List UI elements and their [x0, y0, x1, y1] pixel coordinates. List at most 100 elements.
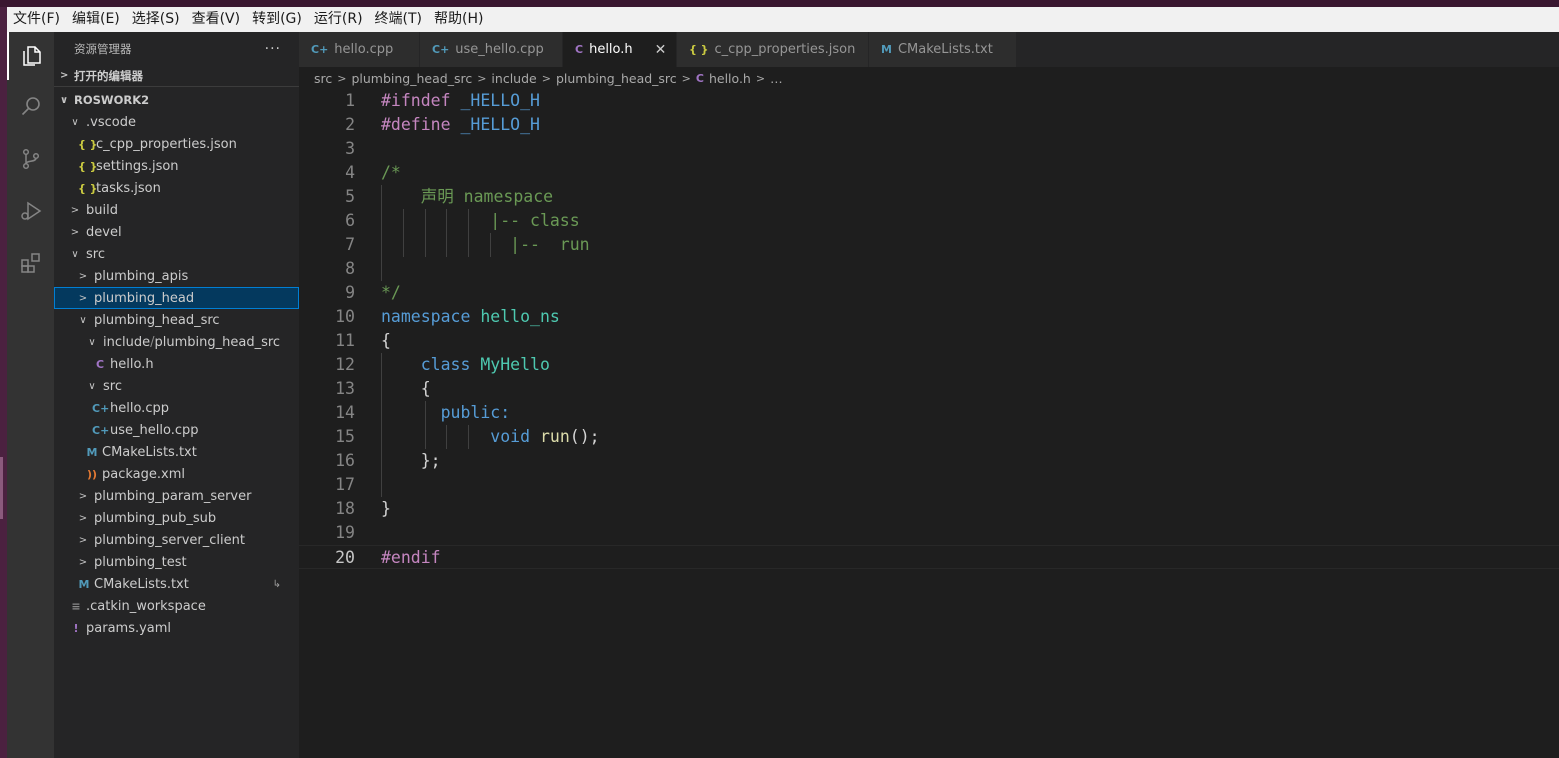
tree-item-label: .vscode: [86, 114, 136, 130]
breadcrumb-item[interactable]: plumbing_head_src: [556, 71, 677, 86]
tree-file[interactable]: { } settings.json: [54, 155, 299, 177]
line-number: 7: [345, 235, 355, 254]
dock-indicator: [0, 457, 3, 519]
explorer-icon[interactable]: [7, 32, 54, 80]
file-type-icon: C+: [432, 43, 450, 56]
code-token: |-- run: [381, 235, 590, 254]
editor-tab[interactable]: M CMakeLists.txt: [869, 32, 1017, 67]
code-editor[interactable]: 1 #ifndef _HELLO_H 2 #define _HELLO_H 3 4 /* 5 …: [299, 89, 1559, 569]
tree-folder[interactable]: > plumbing_apis: [54, 265, 299, 287]
indent-guide: [381, 257, 382, 281]
tree-folder[interactable]: ∨ .vscode: [54, 111, 299, 133]
tree-folder[interactable]: > plumbing_test: [54, 551, 299, 573]
tree-folder[interactable]: ∨ src: [54, 375, 299, 397]
tree-item-label: plumbing_test: [94, 554, 187, 570]
menu-item[interactable]: 转到(G): [246, 7, 308, 32]
file-type-icon: C+: [92, 401, 110, 415]
tree-folder[interactable]: > plumbing_param_server: [54, 485, 299, 507]
more-actions-icon[interactable]: ···: [265, 41, 281, 57]
code-token: class: [420, 355, 471, 374]
chevron-right-icon: >: [60, 70, 69, 81]
menu-item[interactable]: 帮助(H): [428, 7, 489, 32]
tab-label: c_cpp_properties.json: [714, 42, 856, 57]
desktop-left-dock: [0, 7, 7, 758]
open-editors-section[interactable]: > 打开的编辑器: [54, 65, 299, 87]
code-line: 20 #endif: [299, 545, 1559, 569]
tree-file[interactable]: )) package.xml: [54, 463, 299, 485]
line-number: 6: [345, 211, 355, 230]
editor-tab[interactable]: Chello.h ✕: [563, 32, 677, 67]
tree-file[interactable]: C+ use_hello.cpp: [54, 419, 299, 441]
chevron-down-icon: ∨: [71, 248, 79, 260]
menu-item[interactable]: 文件(F): [7, 7, 66, 32]
tree-folder[interactable]: > build: [54, 199, 299, 221]
menu-item[interactable]: 查看(V): [186, 7, 247, 32]
run-debug-icon[interactable]: [7, 187, 54, 235]
menu-item[interactable]: 选择(S): [126, 7, 186, 32]
code-token: */: [381, 283, 401, 302]
tree-folder[interactable]: ∨ include / plumbing_head_src: [54, 331, 299, 353]
tab-label: CMakeLists.txt: [897, 42, 993, 57]
search-icon[interactable]: [7, 82, 54, 130]
tree-item-label: tasks.json: [96, 180, 161, 196]
code-token: void: [490, 427, 531, 446]
tab-label: hello.h: [589, 42, 633, 57]
tree-item-label: CMakeLists.txt: [94, 576, 189, 592]
editor-tab[interactable]: { } c_cpp_properties.json: [677, 32, 869, 67]
code-token: public:: [440, 403, 511, 422]
tree-file[interactable]: C+ hello.cpp: [54, 397, 299, 419]
status-arrow-icon: ↳: [272, 578, 281, 590]
tree-file[interactable]: { } tasks.json: [54, 177, 299, 199]
tree-file[interactable]: ! params.yaml: [54, 617, 299, 639]
tree-item-label: src: [103, 378, 122, 394]
code-token: run: [539, 427, 570, 446]
close-icon[interactable]: ✕: [655, 42, 667, 58]
tree-item-label: hello.h: [110, 356, 154, 372]
line-number: 2: [345, 115, 355, 134]
extensions-icon[interactable]: [7, 239, 54, 287]
editor-tabs: C+ hello.cpp C+ use_hello.cpp Chello.h ✕ { } c_…: [299, 32, 1559, 67]
tree-folder[interactable]: > plumbing_server_client: [54, 529, 299, 551]
tree-folder[interactable]: > plumbing_head: [54, 287, 299, 309]
tree-item-label: params.yaml: [86, 620, 172, 636]
tree-item-label: plumbing_head_src: [94, 312, 220, 328]
breadcrumb-item[interactable]: hello.h: [709, 71, 751, 86]
chevron-right-icon: >: [78, 270, 88, 282]
tab-label: use_hello.cpp: [455, 42, 544, 57]
editor-tab[interactable]: C+ use_hello.cpp: [420, 32, 563, 67]
code-token: _HELLO_H: [460, 115, 540, 134]
code-text: {: [381, 329, 391, 353]
code-token: namespace: [381, 307, 471, 326]
line-number: 18: [335, 499, 355, 518]
breadcrumb-ellipsis[interactable]: …: [770, 71, 783, 86]
file-type-icon: M: [86, 445, 98, 459]
breadcrumb-item[interactable]: include: [491, 71, 536, 86]
tree-file[interactable]: M CMakeLists.txt: [54, 441, 299, 463]
tree-folder[interactable]: > devel: [54, 221, 299, 243]
tree-folder[interactable]: ∨ plumbing_head_src: [54, 309, 299, 331]
breadcrumb-item[interactable]: src: [314, 71, 332, 86]
tree-file[interactable]: ≡ .catkin_workspace: [54, 595, 299, 617]
tree-folder[interactable]: > plumbing_pub_sub: [54, 507, 299, 529]
tree-file[interactable]: M CMakeLists.txt ↳: [54, 573, 299, 595]
code-line: 9 */: [299, 281, 1559, 305]
desktop-top-edge: [0, 0, 1559, 7]
workspace-section[interactable]: ∨ ROSWORK2: [54, 89, 299, 111]
menu-item[interactable]: 编辑(E): [66, 7, 126, 32]
tree-item-label: devel: [86, 224, 122, 240]
tree-folder[interactable]: ∨ src: [54, 243, 299, 265]
code-token: 声明 namespace: [381, 187, 554, 206]
menu-item[interactable]: 终端(T): [369, 7, 428, 32]
code-token: MyHello: [480, 355, 550, 374]
code-text: |-- class: [381, 209, 579, 233]
menu-bar: 文件(F) 编辑(E) 选择(S) 查看(V) 转到(G) 运行(R) 终端(T) 帮助(H): [7, 7, 1559, 32]
tree-file[interactable]: { } c_cpp_properties.json: [54, 133, 299, 155]
tree-file[interactable]: Chello.h: [54, 353, 299, 375]
breadcrumb-item[interactable]: plumbing_head_src: [351, 71, 472, 86]
editor-tab[interactable]: C+ hello.cpp: [299, 32, 420, 67]
code-line: 16 };: [299, 449, 1559, 473]
source-control-icon[interactable]: [7, 135, 54, 183]
code-line: 4 /*: [299, 161, 1559, 185]
menu-item[interactable]: 运行(R): [308, 7, 369, 32]
code-line: 7 |-- run: [299, 233, 1559, 257]
